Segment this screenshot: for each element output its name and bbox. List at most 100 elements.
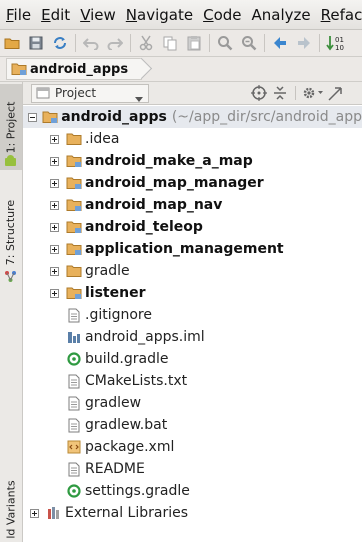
menu-edit[interactable]: Edit (35, 6, 74, 24)
folder-icon (11, 61, 27, 77)
build-variants-tool-tab[interactable]: ld Variants (0, 477, 22, 542)
module-folder-icon (66, 197, 82, 213)
tree-item-row[interactable]: android_map_manager (23, 172, 362, 194)
dropdown-arrow-icon (135, 91, 143, 105)
menu-file[interactable]: File (0, 6, 35, 24)
text-file-icon (66, 307, 82, 323)
tree-item-label: android_map_manager (85, 175, 264, 191)
paste-icon[interactable] (182, 32, 206, 54)
tree-item-row[interactable]: package.xml (23, 436, 362, 458)
expand-toggle-icon[interactable] (29, 508, 40, 519)
tree-item-row[interactable]: build.gradle (23, 348, 362, 370)
gradle-file-icon (66, 351, 82, 367)
project-tool-tab-label: 1: Project (4, 101, 18, 153)
menu-bar: File Edit View Navigate Code Analyze Ref… (0, 0, 362, 30)
cut-icon[interactable] (134, 32, 158, 54)
save-icon[interactable] (24, 32, 48, 54)
tree-item-row[interactable]: CMakeLists.txt (23, 370, 362, 392)
header-divider (295, 86, 296, 100)
menu-refactor-mnemonic: R (320, 5, 331, 24)
menu-view-label: iew (90, 5, 116, 24)
structure-tool-tab[interactable]: 7: Structure (0, 182, 22, 282)
expand-toggle-icon[interactable] (49, 156, 60, 167)
project-panel-header: Project (23, 82, 362, 105)
tree-item-row[interactable]: listener (23, 282, 362, 304)
gear-icon[interactable] (302, 85, 324, 105)
scroll-from-source-icon[interactable] (251, 85, 267, 105)
menu-refactor-label: efact (330, 5, 362, 24)
svg-text:10: 10 (335, 44, 344, 51)
project-panel: Project android_apps (~/app_dir/src/andr… (23, 82, 362, 542)
tree-item-label: gradle (85, 263, 130, 279)
breadcrumb[interactable]: android_apps (6, 58, 143, 80)
tree-item-label: listener (85, 285, 146, 301)
module-folder-icon (66, 153, 82, 169)
tree-item-row[interactable]: gradlew.bat (23, 414, 362, 436)
tree-item-label: android_make_a_map (85, 153, 253, 169)
tree-item-label: settings.gradle (85, 483, 190, 499)
back-arrow-icon[interactable] (268, 32, 292, 54)
folder-icon (66, 263, 82, 279)
svg-text:01: 01 (335, 36, 344, 44)
external-libraries-row[interactable]: External Libraries (23, 502, 362, 524)
menu-analyze-label: Analyze (251, 5, 311, 24)
replace-icon[interactable] (237, 32, 261, 54)
sort-binary-icon[interactable]: 01 10 (323, 32, 347, 54)
external-libraries-label: External Libraries (65, 505, 188, 521)
tree-item-row[interactable]: .gitignore (23, 304, 362, 326)
open-folder-icon[interactable] (0, 32, 24, 54)
expand-toggle-icon[interactable] (49, 244, 60, 255)
tree-item-row[interactable]: android_apps.iml (23, 326, 362, 348)
project-view-selector[interactable]: Project (31, 83, 149, 105)
tree-item-label: README (85, 461, 145, 477)
tree-item-row[interactable]: application_management (23, 238, 362, 260)
collapse-all-icon[interactable] (273, 85, 287, 105)
tree-item-row[interactable]: gradle (23, 260, 362, 282)
menu-code[interactable]: Code (197, 6, 245, 24)
structure-icon (4, 268, 17, 287)
menu-view[interactable]: View (74, 6, 120, 24)
tree-item-row[interactable]: android_make_a_map (23, 150, 362, 172)
redo-icon[interactable] (103, 32, 127, 54)
hide-panel-icon[interactable] (328, 86, 342, 105)
menu-view-mnemonic: V (80, 5, 91, 24)
menu-refactor[interactable]: Refact (315, 6, 362, 24)
tree-root-row[interactable]: android_apps (~/app_dir/src/android_app (23, 106, 362, 128)
forward-arrow-icon[interactable] (292, 32, 316, 54)
expand-toggle-icon[interactable] (49, 178, 60, 189)
text-file-icon (66, 461, 82, 477)
project-view-icon (35, 85, 51, 101)
tree-item-row[interactable]: android_map_nav (23, 194, 362, 216)
tree-item-row[interactable]: gradlew (23, 392, 362, 414)
find-icon[interactable] (213, 32, 237, 54)
expand-toggle-icon[interactable] (49, 266, 60, 277)
xml-file-icon (66, 439, 82, 455)
breadcrumb-label: android_apps (30, 61, 129, 77)
tree-item-row[interactable]: README (23, 458, 362, 480)
menu-edit-label: dit (50, 5, 71, 24)
tree-item-row[interactable]: settings.gradle (23, 480, 362, 502)
undo-icon[interactable] (79, 32, 103, 54)
copy-icon[interactable] (158, 32, 182, 54)
tree-item-label: package.xml (85, 439, 175, 455)
expand-toggle-icon[interactable] (49, 134, 60, 145)
menu-navigate[interactable]: Navigate (120, 6, 197, 24)
tree-item-label: build.gradle (85, 351, 169, 367)
tree-item-row[interactable]: .idea (23, 128, 362, 150)
expand-toggle-icon[interactable] (49, 222, 60, 233)
collapse-toggle-icon[interactable] (27, 112, 38, 123)
expand-toggle-icon[interactable] (49, 200, 60, 211)
android-icon (4, 152, 17, 171)
toolbar-divider (75, 34, 76, 52)
tree-item-label: application_management (85, 241, 284, 257)
tree-item-row[interactable]: android_teleop (23, 216, 362, 238)
tree-item-label: android_apps.iml (85, 329, 205, 345)
tool-window-strip: 1: Project 7: Structure ld Variants (0, 82, 23, 542)
toolbar-divider (319, 34, 320, 52)
expand-toggle-icon[interactable] (49, 288, 60, 299)
menu-analyze[interactable]: Analyze (246, 6, 315, 24)
sync-icon[interactable] (48, 32, 72, 54)
